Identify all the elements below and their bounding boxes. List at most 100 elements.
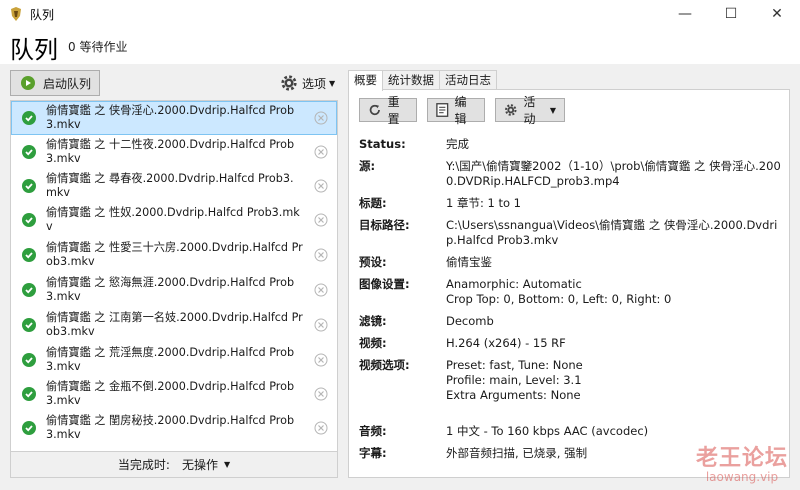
queue-item[interactable]: 偷情寶鑑 之 侠骨淫心.2000.Dvdrip.Halfcd Prob3.mkv (11, 101, 337, 135)
tab-activity-log[interactable]: 活动日志 (439, 70, 497, 90)
subtitles-key: 字幕: (359, 446, 387, 460)
options-menu[interactable]: 选项 ▼ (280, 74, 335, 92)
start-queue-button[interactable]: 启动队列 (10, 70, 100, 96)
play-icon (21, 76, 35, 90)
check-circle-icon (22, 111, 36, 125)
filters-value: Decomb (446, 314, 494, 328)
queue-item[interactable]: 偷情寶鑑 之 金瓶不倒.2000.Dvdrip.Halfcd Prob3.mkv (11, 377, 337, 411)
queue-item-name: 偷情寶鑑 之 十二性夜.2000.Dvdrip.Halfcd Prob3.mkv (46, 138, 295, 165)
gear-icon (281, 75, 297, 91)
queue-item-name: 偷情寶鑑 之 侠骨淫心.2000.Dvdrip.Halfcd Prob3.mkv (46, 104, 295, 131)
watermark: 老王论坛 laowang.vip (696, 440, 788, 484)
check-circle-icon (22, 318, 36, 332)
minimize-button[interactable]: — (662, 0, 708, 28)
check-circle-icon (22, 248, 36, 262)
reset-label: 重置 (387, 95, 400, 126)
refresh-icon (369, 104, 380, 116)
check-circle-icon (22, 421, 36, 435)
chevron-down-icon: ▼ (549, 105, 556, 115)
minimize-icon: — (678, 6, 692, 22)
check-circle-icon (22, 283, 36, 297)
chevron-down-icon: ▼ (223, 460, 231, 469)
queue-item-name: 偷情寶鑑 之 尋春夜.2000.Dvdrip.Halfcd Prob3.mkv (46, 172, 294, 199)
picture-value-2: Crop Top: 0, Bottom: 0, Left: 0, Right: … (446, 292, 672, 306)
document-icon (436, 103, 449, 117)
check-circle-icon (22, 387, 36, 401)
watermark-title: 老王论坛 (695, 446, 788, 471)
queue-item-name: 偷情寶鑑 之 性奴.2000.Dvdrip.Halfcd Prob3.mkv (46, 206, 300, 233)
edit-button[interactable]: 编辑 (427, 95, 485, 126)
queue-list[interactable]: 偷情寶鑑 之 侠骨淫心.2000.Dvdrip.Halfcd Prob3.mkv… (10, 100, 338, 452)
check-circle-icon (22, 213, 36, 227)
picture-key: 图像设置: (359, 277, 410, 291)
video-options-value-2: Profile: main, Level: 3.1 (446, 373, 582, 387)
chevron-down-icon: ▼ (329, 78, 336, 88)
page-title: 队列 (10, 36, 58, 64)
queue-item-name: 偷情寶鑑 之 性愛三十六房.2000.Dvdrip.Halfcd Prob3.m… (46, 241, 303, 268)
queue-item[interactable]: 偷情寶鑑 之 尋春夜.2000.Dvdrip.Halfcd Prob3.mkv (11, 169, 337, 203)
audio-value: 1 中文 - To 160 kbps AAC (avcodec) (446, 424, 649, 438)
queue-item[interactable]: 偷情寶鑑 之 荒淫無度.2000.Dvdrip.Halfcd Prob3.mkv (11, 343, 337, 377)
queue-item[interactable]: 偷情寶鑑 之 江南第一名妓.2000.Dvdrip.Halfcd Prob3.m… (11, 307, 337, 343)
remove-icon[interactable] (314, 179, 328, 193)
remove-icon[interactable] (314, 283, 328, 297)
destination-value: C:\Users\ssnangua\Videos\偷情寶鑑 之 侠骨淫心.200… (446, 218, 778, 247)
window-title: 队列 (30, 7, 55, 22)
queue-item-name: 偷情寶鑑 之 慾海無涯.2000.Dvdrip.Halfcd Prob3.mkv (46, 276, 295, 303)
tab-summary[interactable]: 概要 (348, 70, 383, 91)
video-options-values: Preset: fast, Tune: None Profile: main, … (446, 358, 786, 403)
remove-icon[interactable] (314, 145, 328, 159)
close-button[interactable]: ✕ (754, 0, 800, 28)
destination-key: 目标路径: (359, 218, 410, 232)
picture-values: Anamorphic: Automatic Crop Top: 0, Botto… (446, 277, 786, 307)
queue-item[interactable]: 偷情寶鑑 之 性愛三十六房.2000.Dvdrip.Halfcd Prob3.m… (11, 237, 337, 273)
title-value: 1 章节: 1 to 1 (446, 196, 521, 210)
when-done-value: 无操作 (181, 458, 218, 472)
pending-jobs-count: 0 等待作业 (68, 40, 128, 54)
remove-icon[interactable] (314, 213, 328, 227)
maximize-icon: ☐ (724, 6, 738, 22)
tab-statistics[interactable]: 统计数据 (382, 70, 440, 90)
remove-icon[interactable] (314, 353, 328, 367)
detail-tabs: 概要 统计数据 活动日志 (348, 70, 497, 91)
filters-key: 滤镜: (359, 314, 387, 328)
handbrake-app-icon (11, 7, 21, 21)
video-value: H.264 (x264) - 15 RF (446, 336, 566, 350)
activity-dropdown-button[interactable]: 活动 ▼ (495, 95, 565, 126)
video-options-value-1: Preset: fast, Tune: None (446, 358, 583, 372)
gear-icon (505, 104, 517, 116)
options-label: 选项 (302, 76, 327, 91)
queue-item[interactable]: 偷情寶鑑 之 性奴.2000.Dvdrip.Halfcd Prob3.mkv (11, 203, 337, 237)
queue-header: 队列 0 等待作业 (0, 28, 800, 64)
queue-item[interactable]: 偷情寶鑑 之 十二性夜.2000.Dvdrip.Halfcd Prob3.mkv (11, 135, 337, 169)
title-bar: 队列 — ☐ ✕ (0, 0, 800, 28)
when-done-dropdown[interactable]: 无操作 ▼ (182, 456, 230, 473)
source-key: 源: (359, 159, 376, 173)
queue-item[interactable]: 偷情寶鑑 之 慾海無涯.2000.Dvdrip.Halfcd Prob3.mkv (11, 273, 337, 307)
status-key: Status: (359, 137, 406, 151)
source-value: Y:\国产\偷情寶鑒2002（1-10）\prob\偷情寶鑑 之 侠骨淫心.20… (446, 159, 781, 188)
summary-panel: 重置 编辑 活动 ▼ Status: 完成 源: Y:\国产\偷情寶鑒2002（… (348, 89, 790, 478)
status-value: 完成 (446, 137, 469, 151)
audio-key: 音频: (359, 424, 387, 438)
remove-icon[interactable] (314, 248, 328, 262)
title-key: 标题: (359, 196, 387, 210)
remove-icon[interactable] (314, 387, 328, 401)
remove-icon[interactable] (314, 318, 328, 332)
when-done-label: 当完成时: (117, 458, 170, 472)
picture-value-1: Anamorphic: Automatic (446, 277, 582, 291)
remove-icon[interactable] (314, 421, 328, 435)
queue-item-name: 偷情寶鑑 之 金瓶不倒.2000.Dvdrip.Halfcd Prob3.mkv (46, 380, 295, 407)
reset-button[interactable]: 重置 (359, 95, 417, 126)
video-key: 视频: (359, 336, 387, 350)
maximize-button[interactable]: ☐ (708, 0, 754, 28)
queue-item[interactable]: 偷情寶鑑 之 閨房秘技.2000.Dvdrip.Halfcd Prob3.mkv (11, 411, 337, 445)
check-circle-icon (22, 179, 36, 193)
queue-item-name: 偷情寶鑑 之 荒淫無度.2000.Dvdrip.Halfcd Prob3.mkv (46, 346, 295, 373)
queue-item-name: 偷情寶鑑 之 江南第一名妓.2000.Dvdrip.Halfcd Prob3.m… (46, 311, 303, 338)
remove-icon[interactable] (314, 111, 328, 125)
queue-item-name: 偷情寶鑑 之 閨房秘技.2000.Dvdrip.Halfcd Prob3.mkv (46, 414, 295, 441)
when-done-bar: 当完成时: 无操作 ▼ (10, 452, 338, 478)
activity-label: 活动 (523, 95, 536, 126)
check-circle-icon (22, 353, 36, 367)
